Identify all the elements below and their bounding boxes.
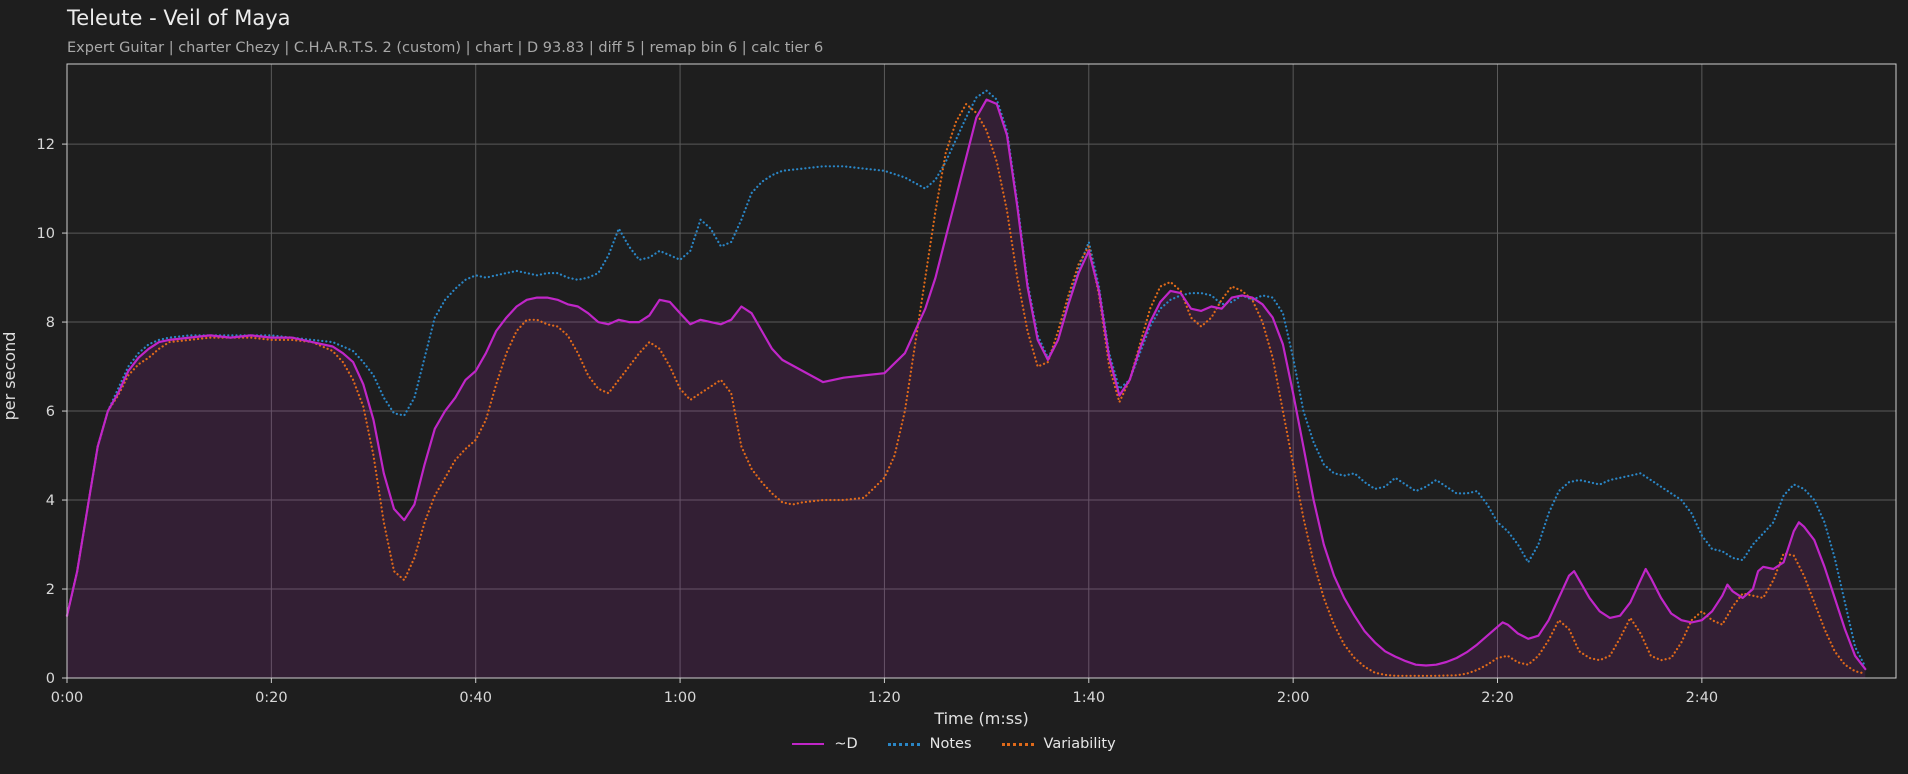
x-tick-label: 1:40 xyxy=(1073,690,1106,706)
legend-label-d: ~D xyxy=(834,736,858,752)
y-tick-label: 4 xyxy=(46,493,55,509)
y-tick-label: 12 xyxy=(37,137,55,153)
x-axis-label: Time (m:ss) xyxy=(933,709,1028,728)
legend-label-variability: Variability xyxy=(1043,736,1116,752)
x-tick-label: 0:00 xyxy=(51,690,84,706)
legend: ~D Notes Variability xyxy=(0,736,1908,752)
x-tick-label: 2:40 xyxy=(1686,690,1719,706)
x-tick-label: 0:20 xyxy=(255,690,288,706)
legend-item-notes: Notes xyxy=(887,736,972,752)
legend-swatch-variability xyxy=(1001,742,1034,746)
x-tick-label: 2:20 xyxy=(1481,690,1514,706)
y-tick-label: 8 xyxy=(46,315,55,331)
x-tick-label: 0:40 xyxy=(459,690,492,706)
series-group xyxy=(65,89,1867,679)
legend-item-d: ~D xyxy=(792,736,858,752)
x-tick-label: 1:00 xyxy=(664,690,697,706)
x-tick-label: 2:00 xyxy=(1277,690,1310,706)
y-tick-label: 2 xyxy=(46,582,55,598)
legend-swatch-notes xyxy=(887,742,920,746)
x-tick-label: 1:20 xyxy=(868,690,901,706)
y-tick-label: 0 xyxy=(46,671,55,687)
legend-item-variability: Variability xyxy=(1001,736,1116,752)
y-axis-label: per second xyxy=(0,332,19,421)
series-fill-d xyxy=(67,99,1866,679)
chart-canvas: 0:00 0:20 0:40 1:00 1:20 1:40 2:00 2:20 2:40 0 2 4 6… xyxy=(0,63,1897,728)
y-tick-label: 6 xyxy=(46,404,55,420)
legend-label-notes: Notes xyxy=(929,736,972,752)
y-tick-label: 10 xyxy=(37,226,55,242)
legend-swatch-d xyxy=(792,743,825,745)
